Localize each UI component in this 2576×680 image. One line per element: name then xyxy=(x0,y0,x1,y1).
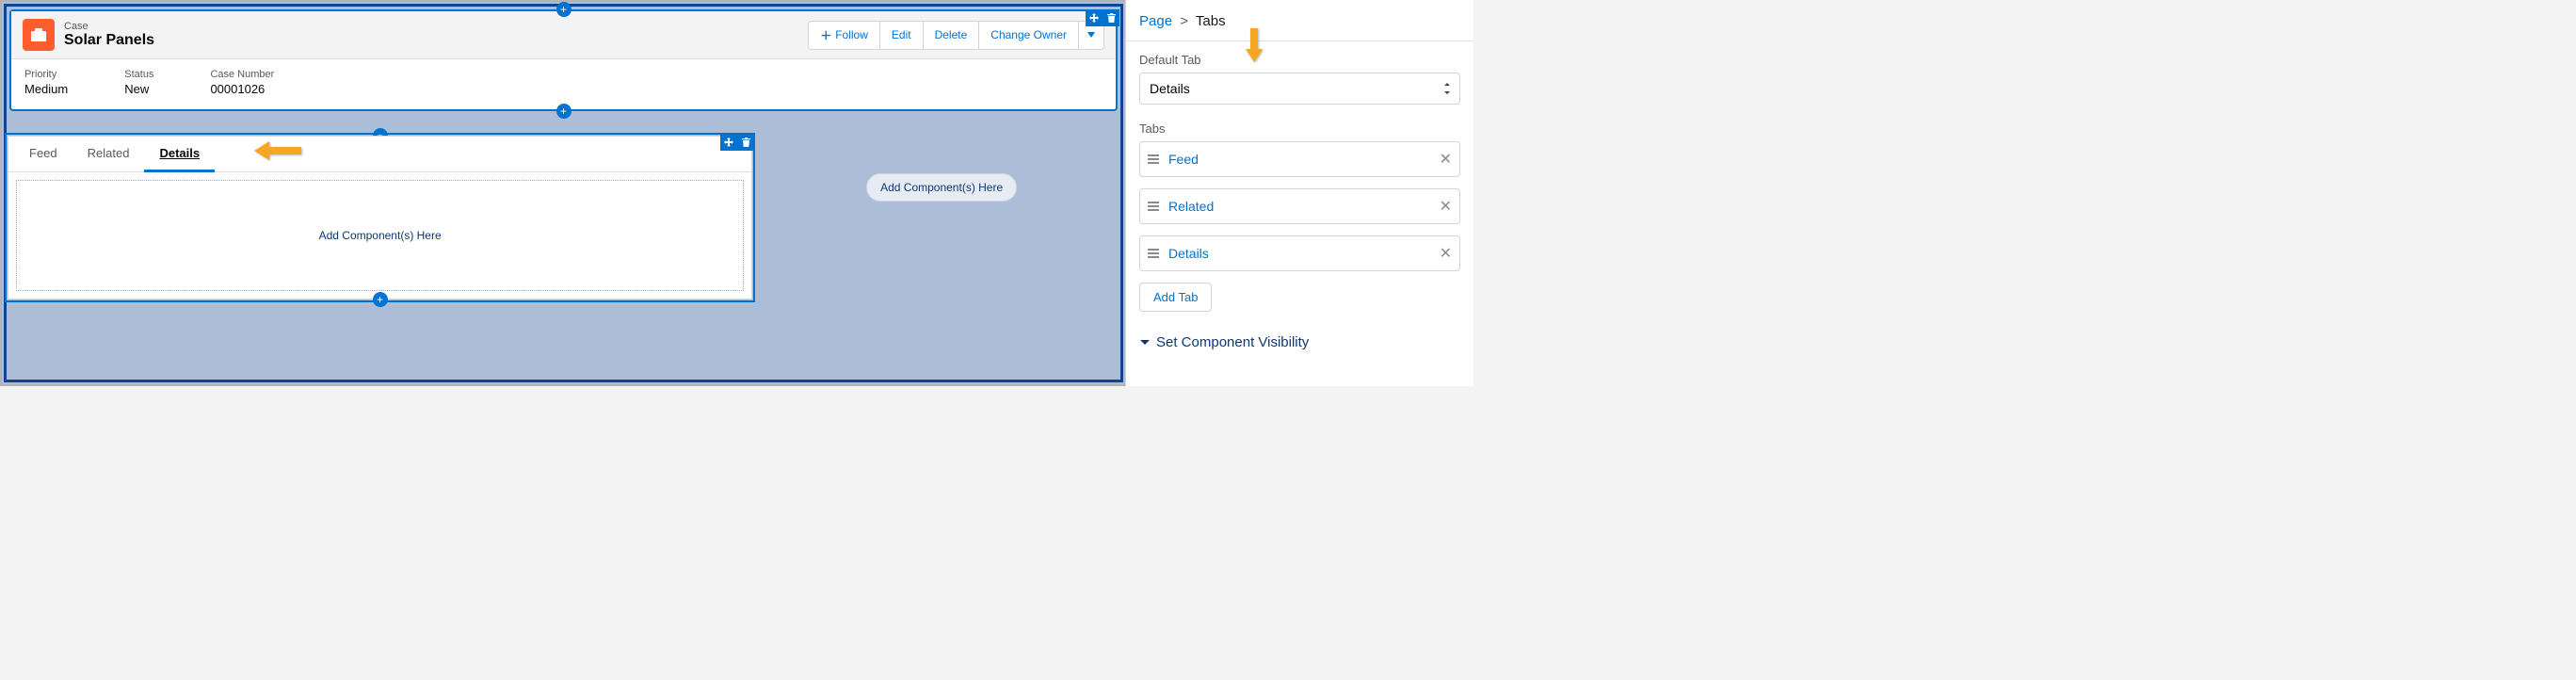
visibility-label: Set Component Visibility xyxy=(1156,334,1309,350)
action-buttons: ＋Follow Edit Delete Change Owner xyxy=(808,21,1104,50)
delete-icon[interactable] xyxy=(1103,9,1119,26)
insert-after-icon[interactable]: + xyxy=(556,104,572,119)
tab-details[interactable]: Details xyxy=(144,137,215,172)
case-icon xyxy=(23,19,55,51)
insert-after-icon[interactable]: + xyxy=(373,292,388,307)
chevron-down-icon xyxy=(1139,337,1151,348)
drag-handle-icon[interactable] xyxy=(1148,249,1159,258)
field-label: Status xyxy=(124,69,153,80)
drag-handle-icon[interactable] xyxy=(1148,154,1159,164)
add-tab-button[interactable]: Add Tab xyxy=(1139,283,1212,312)
tab-feed[interactable]: Feed xyxy=(14,137,72,171)
remove-tab-icon[interactable]: ✕ xyxy=(1440,244,1452,263)
delete-icon[interactable] xyxy=(737,134,754,151)
remove-tab-icon[interactable]: ✕ xyxy=(1440,197,1452,216)
drag-handle-icon[interactable] xyxy=(1148,202,1159,211)
record-title: Solar Panels xyxy=(64,32,154,49)
change-owner-button[interactable]: Change Owner xyxy=(978,21,1079,50)
tab-body-dropzone[interactable]: Add Component(s) Here xyxy=(16,180,744,291)
plus-icon: ＋ xyxy=(820,27,831,43)
tab-list-item-label: Details xyxy=(1168,246,1440,261)
record-header: Case Solar Panels ＋Follow Edit Delete Ch… xyxy=(11,11,1116,59)
compact-fields: Priority Medium Status New Case Number 0… xyxy=(11,59,1116,109)
remove-tab-icon[interactable]: ✕ xyxy=(1440,150,1452,169)
tab-related[interactable]: Related xyxy=(72,137,145,171)
object-label: Case xyxy=(64,21,154,32)
tabs-component[interactable]: + Feed Related Details Add Componen xyxy=(8,136,752,300)
tab-list-item-label: Related xyxy=(1168,199,1440,214)
default-tab-select[interactable]: Details xyxy=(1139,73,1460,105)
divider xyxy=(1126,40,1473,41)
follow-button[interactable]: ＋Follow xyxy=(808,21,880,50)
tab-list-item[interactable]: Feed ✕ xyxy=(1139,141,1460,177)
tab-list-item-label: Feed xyxy=(1168,152,1440,167)
tabs-label: Tabs xyxy=(1139,121,1460,136)
breadcrumb-root[interactable]: Page xyxy=(1139,13,1172,29)
tab-list-item[interactable]: Related ✕ xyxy=(1139,188,1460,224)
dropzone-text: Add Component(s) Here xyxy=(319,229,442,242)
field-label: Priority xyxy=(24,69,68,80)
dropzone-pill: Add Component(s) Here xyxy=(866,173,1017,202)
field-label: Case Number xyxy=(210,69,274,80)
delete-button[interactable]: Delete xyxy=(923,21,980,50)
highlights-component[interactable]: + Case Sol xyxy=(8,9,1119,111)
move-icon[interactable] xyxy=(720,134,737,151)
sidebar-dropzone[interactable]: Add Component(s) Here xyxy=(764,136,1119,300)
edit-button[interactable]: Edit xyxy=(879,21,924,50)
breadcrumb-current: Tabs xyxy=(1196,13,1226,29)
field-value: 00001026 xyxy=(210,82,274,96)
breadcrumb: Page > Tabs xyxy=(1139,13,1460,29)
move-icon[interactable] xyxy=(1086,9,1103,26)
tab-bar: Feed Related Details xyxy=(8,137,751,172)
visibility-section-toggle[interactable]: Set Component Visibility xyxy=(1139,334,1460,350)
tab-list-item[interactable]: Details ✕ xyxy=(1139,235,1460,271)
field-value: New xyxy=(124,82,153,96)
insert-before-icon[interactable]: + xyxy=(556,2,572,17)
property-inspector: Page > Tabs Default Tab Details Tabs Fee… xyxy=(1125,0,1473,386)
chevron-right-icon: > xyxy=(1180,13,1188,29)
builder-canvas[interactable]: + Case Sol xyxy=(0,0,1125,386)
default-tab-label: Default Tab xyxy=(1139,53,1460,67)
field-value: Medium xyxy=(24,82,68,96)
